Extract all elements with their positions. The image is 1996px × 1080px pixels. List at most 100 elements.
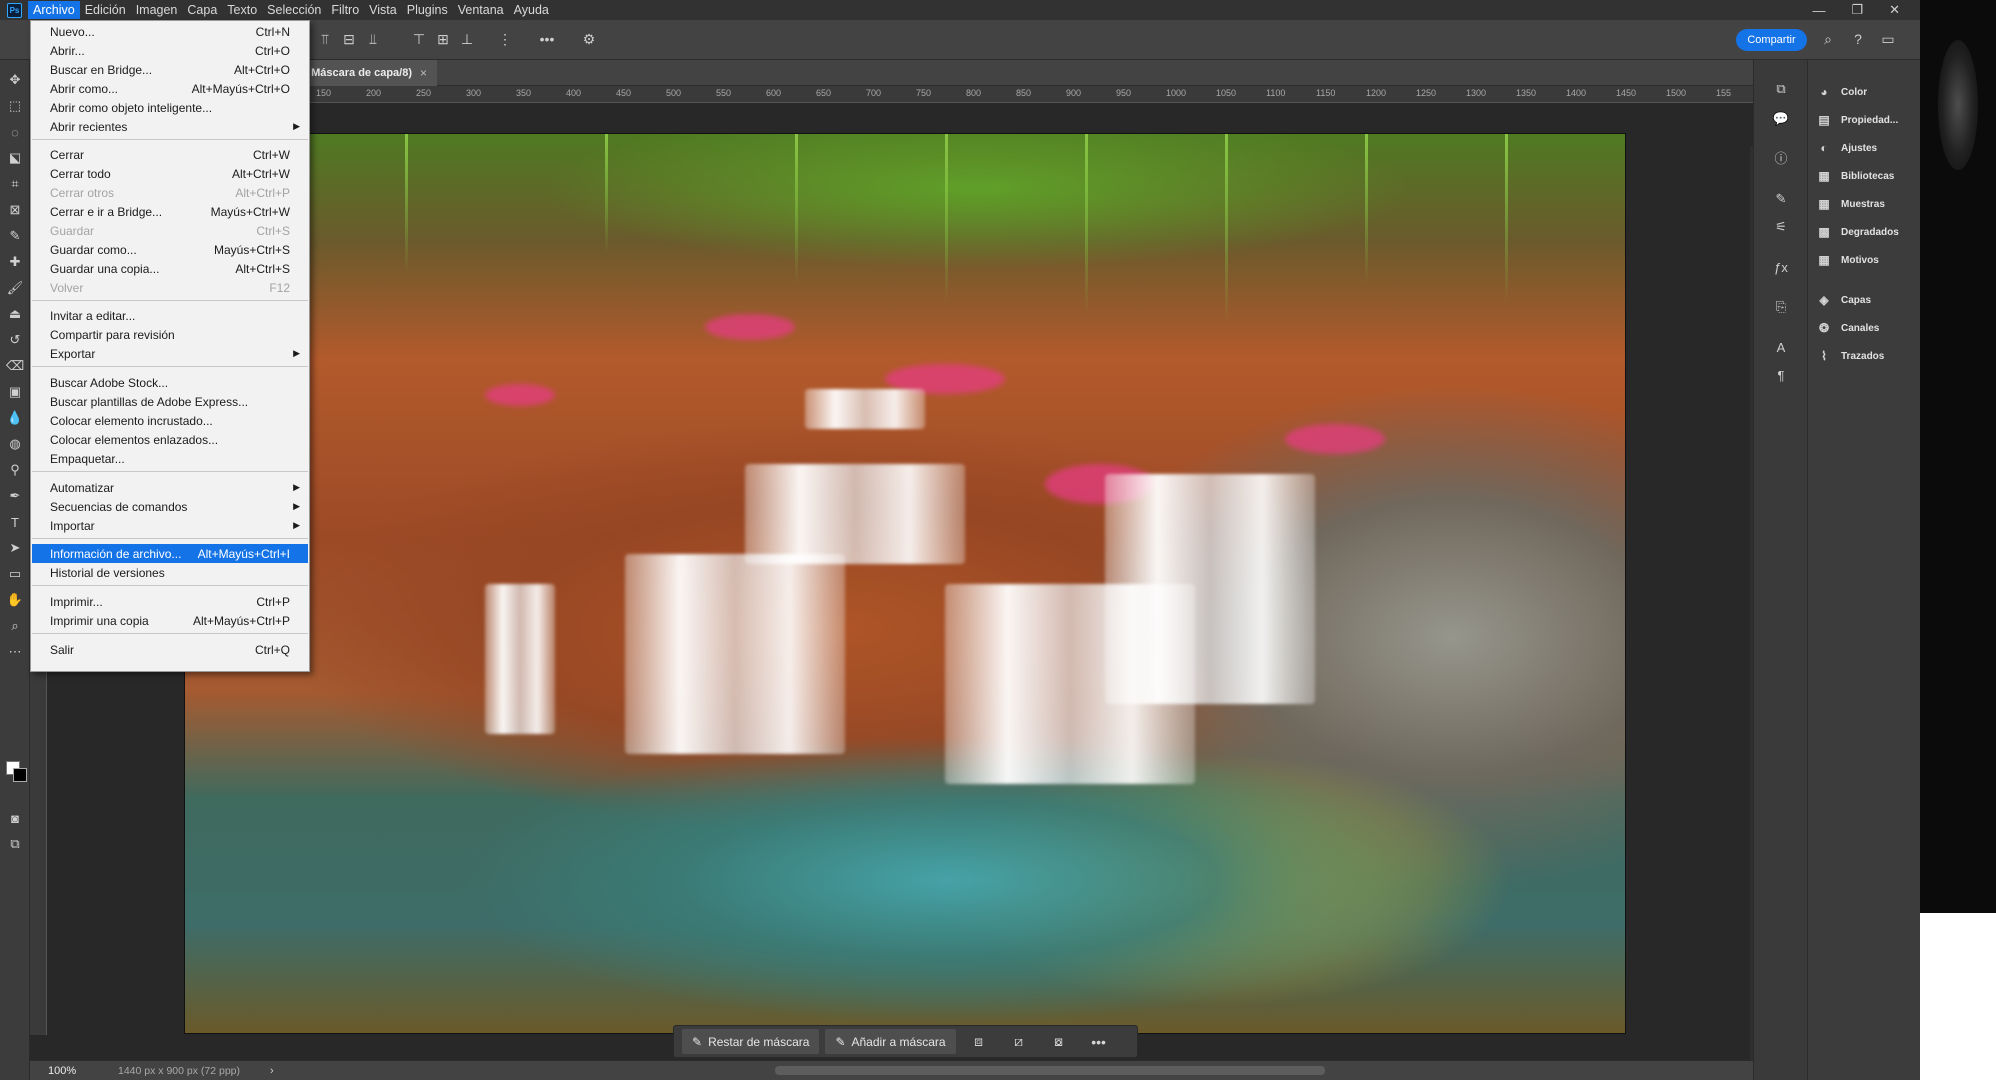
menu-item-export[interactable]: Exportar ▶ xyxy=(32,344,308,363)
align-middle-icon[interactable]: ⊟ xyxy=(340,30,358,48)
character-icon[interactable]: A xyxy=(1772,338,1790,356)
clone-stamp-tool-icon[interactable]: ⏏ xyxy=(7,306,23,322)
panel-swatches[interactable]: ▦ Muestras xyxy=(1816,194,1885,214)
history-brush-tool-icon[interactable]: ↺ xyxy=(7,332,23,348)
menu-item-adobe-stock[interactable]: Buscar Adobe Stock... xyxy=(32,373,308,392)
share-button[interactable]: Compartir xyxy=(1736,29,1807,51)
rectangle-tool-icon[interactable]: ▭ xyxy=(7,566,23,582)
align-left-icon[interactable]: ⊤ xyxy=(410,30,428,48)
menu-imagen[interactable]: Imagen xyxy=(131,1,183,19)
menu-capa[interactable]: Capa xyxy=(182,1,222,19)
brushes-icon[interactable]: ✎ xyxy=(1772,190,1790,208)
close-icon[interactable]: ✕ xyxy=(1889,2,1900,18)
menu-item-place-embedded[interactable]: Colocar elemento incrustado... xyxy=(32,411,308,430)
menu-item-automate[interactable]: Automatizar ▶ xyxy=(32,478,308,497)
menu-item-open-smart-object[interactable]: Abrir como objeto inteligente... xyxy=(32,98,308,117)
panel-layers[interactable]: ◈ Capas xyxy=(1816,290,1871,310)
invert-mask-icon[interactable]: ⧄ xyxy=(1002,1029,1036,1054)
gradient-tool-icon[interactable]: ▣ xyxy=(7,384,23,400)
menu-item-print-copy[interactable]: Imprimir una copia Alt+Mayús+Ctrl+P xyxy=(32,611,308,630)
pen-tool-icon[interactable]: ✒ xyxy=(7,488,23,504)
minimize-icon[interactable]: — xyxy=(1812,3,1825,18)
menu-texto[interactable]: Texto xyxy=(222,1,262,19)
menu-item-invite-edit[interactable]: Invitar a editar... xyxy=(32,306,308,325)
paragraph-icon[interactable]: ¶ xyxy=(1772,366,1790,384)
mask-overlay-icon[interactable]: ⧇ xyxy=(1042,1029,1076,1054)
menu-item-open-as[interactable]: Abrir como... Alt+Mayús+Ctrl+O xyxy=(32,79,308,98)
move-tool-icon[interactable]: ✥ xyxy=(7,72,23,88)
restore-icon[interactable]: ❐ xyxy=(1851,2,1863,18)
menu-item-express-templates[interactable]: Buscar plantillas de Adobe Express... xyxy=(32,392,308,411)
menu-item-browse-bridge[interactable]: Buscar en Bridge... Alt+Ctrl+O xyxy=(32,60,308,79)
menu-item-close[interactable]: Cerrar Ctrl+W xyxy=(32,145,308,164)
hand-tool-icon[interactable]: ✋ xyxy=(7,592,23,608)
help-icon[interactable]: ? xyxy=(1849,30,1867,48)
more-options-icon[interactable]: ••• xyxy=(538,30,556,48)
menu-item-exit[interactable]: Salir Ctrl+Q xyxy=(32,640,308,659)
menu-item-save-copy[interactable]: Guardar una copia... Alt+Ctrl+S xyxy=(32,259,308,278)
document-tab[interactable]: . Máscara de capa/8) × xyxy=(295,60,438,86)
eraser-tool-icon[interactable]: ⌫ xyxy=(6,358,24,374)
menu-filtro[interactable]: Filtro xyxy=(326,1,364,19)
brush-tool-icon[interactable]: 🖌 xyxy=(7,280,24,296)
status-menu-arrow-icon[interactable]: › xyxy=(270,1065,274,1077)
menu-vista[interactable]: Vista xyxy=(364,1,402,19)
more-tools-icon[interactable]: ⋯ xyxy=(7,644,23,660)
more-options-icon[interactable]: ••• xyxy=(1082,1029,1116,1054)
clone-source-icon[interactable]: ⎘ xyxy=(1772,298,1790,316)
menu-item-open-recent[interactable]: Abrir recientes ▶ xyxy=(32,117,308,136)
align-right-icon[interactable]: ⊥ xyxy=(458,30,476,48)
menu-plugins[interactable]: Plugins xyxy=(402,1,453,19)
path-selection-tool-icon[interactable]: ➤ xyxy=(7,540,23,556)
brush-settings-icon[interactable]: ⚟ xyxy=(1772,218,1790,236)
menu-seleccion[interactable]: Selección xyxy=(262,1,326,19)
menu-item-print[interactable]: Imprimir... Ctrl+P xyxy=(32,592,308,611)
lasso-tool-icon[interactable]: ◌ xyxy=(7,124,23,140)
menu-item-version-history[interactable]: Historial de versiones xyxy=(32,563,308,582)
menu-item-package[interactable]: Empaquetar... xyxy=(32,449,308,468)
panel-libraries[interactable]: ▦ Bibliotecas xyxy=(1816,166,1894,186)
blur-tool-icon[interactable]: 💧 xyxy=(7,410,23,426)
panel-patterns[interactable]: ▦ Motivos xyxy=(1816,250,1878,270)
align-center-icon[interactable]: ⊞ xyxy=(434,30,452,48)
image-canvas[interactable] xyxy=(184,133,1626,1034)
add-to-mask-button[interactable]: ✎ Añadir a máscara xyxy=(825,1029,956,1054)
zoom-lens-tool-icon[interactable]: ⚲ xyxy=(7,462,23,478)
panel-properties[interactable]: ▤ Propiedad... xyxy=(1816,110,1898,130)
gear-icon[interactable]: ⚙ xyxy=(580,30,598,48)
menu-item-place-linked[interactable]: Colocar elementos enlazados... xyxy=(32,430,308,449)
panel-color[interactable]: ◕ Color xyxy=(1816,82,1867,102)
panel-adjustments[interactable]: ◐ Ajustes xyxy=(1816,138,1877,158)
menu-ventana[interactable]: Ventana xyxy=(453,1,509,19)
styles-fx-icon[interactable]: ƒx xyxy=(1772,258,1790,276)
marquee-tool-icon[interactable]: ⬚ xyxy=(7,98,23,114)
crop-tool-icon[interactable]: ⌗ xyxy=(7,176,23,192)
quick-mask-icon[interactable]: ◙ xyxy=(7,810,23,826)
zoom-tool-icon[interactable]: ⌕ xyxy=(7,618,23,634)
subtract-from-mask-button[interactable]: ✎ Restar de máscara xyxy=(682,1029,820,1054)
menu-edicion[interactable]: Edición xyxy=(80,1,131,19)
menu-ayuda[interactable]: Ayuda xyxy=(509,1,554,19)
info-icon[interactable]: ⓘ xyxy=(1772,148,1790,166)
workspace-icon[interactable]: ▭ xyxy=(1879,30,1897,48)
close-tab-icon[interactable]: × xyxy=(420,66,427,80)
menu-item-close-go-bridge[interactable]: Cerrar e ir a Bridge... Mayús+Ctrl+W xyxy=(32,202,308,221)
menu-item-save-as[interactable]: Guardar como... Mayús+Ctrl+S xyxy=(32,240,308,259)
panel-gradients[interactable]: ▩ Degradados xyxy=(1816,222,1898,242)
eyedropper-tool-icon[interactable]: ✎ xyxy=(7,228,23,244)
comments-icon[interactable]: 💬 xyxy=(1772,110,1790,128)
distribute-icon[interactable]: ⋮ xyxy=(496,30,514,48)
mask-options-icon[interactable]: ⧈ xyxy=(962,1029,996,1054)
type-tool-icon[interactable]: T xyxy=(7,514,23,530)
panel-channels[interactable]: ❂ Canales xyxy=(1816,318,1879,338)
history-icon[interactable]: ⧉ xyxy=(1772,80,1790,98)
panel-paths[interactable]: ⌇ Trazados xyxy=(1816,346,1884,366)
dodge-tool-icon[interactable]: ◍ xyxy=(7,436,23,452)
screen-mode-icon[interactable]: ⧉ xyxy=(7,836,23,852)
menu-item-scripts[interactable]: Secuencias de comandos ▶ xyxy=(32,497,308,516)
align-top-icon[interactable]: ⫪ xyxy=(316,30,334,48)
menu-item-open[interactable]: Abrir... Ctrl+O xyxy=(32,41,308,60)
horizontal-scroll-thumb[interactable] xyxy=(775,1066,1325,1075)
object-selection-tool-icon[interactable]: ⬕ xyxy=(7,150,23,166)
background-color-swatch[interactable] xyxy=(13,768,27,782)
